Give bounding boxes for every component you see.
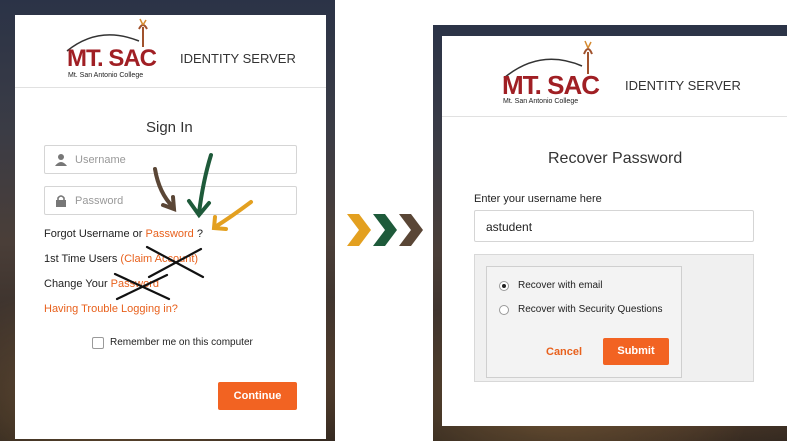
trouble-logging-link[interactable]: Having Trouble Logging in? bbox=[44, 303, 178, 315]
recovery-options-panel: Recover with email Recover with Security… bbox=[486, 266, 682, 378]
lock-icon bbox=[56, 194, 66, 207]
cancel-button[interactable]: Cancel bbox=[546, 346, 582, 358]
first-time-prefix: 1st Time Users bbox=[44, 253, 121, 265]
page-title: Sign In bbox=[146, 119, 193, 136]
password-placeholder: Password bbox=[75, 194, 124, 207]
gold-arrow-annotation bbox=[211, 200, 253, 231]
username-value: astudent bbox=[486, 220, 533, 234]
username-input[interactable]: astudent bbox=[474, 210, 754, 242]
forgot-line: Forgot Username or Password ? bbox=[44, 228, 203, 240]
signin-card: MT. SAC Mt. San Antonio College IDENTITY… bbox=[15, 15, 326, 439]
page-title: Recover Password bbox=[548, 150, 683, 167]
continue-button[interactable]: Continue bbox=[218, 382, 297, 410]
recover-email-radio[interactable] bbox=[499, 281, 509, 291]
chevron-arrows-icon bbox=[347, 214, 423, 246]
forgot-prefix: Forgot Username or bbox=[44, 228, 146, 240]
username-label: Enter your username here bbox=[474, 193, 602, 205]
forgot-suffix: ? bbox=[193, 228, 203, 240]
college-logo: MT. SAC bbox=[67, 45, 157, 72]
college-logo: MT. SAC bbox=[502, 70, 600, 100]
college-name: Mt. San Antonio College bbox=[68, 72, 144, 79]
recover-card: MT. SAC Mt. San Antonio College IDENTITY… bbox=[442, 36, 787, 426]
college-name: Mt. San Antonio College bbox=[503, 98, 579, 105]
signin-header: MT. SAC Mt. San Antonio College IDENTITY… bbox=[15, 15, 326, 88]
recover-header: MT. SAC Mt. San Antonio College IDENTITY… bbox=[442, 36, 787, 117]
forgot-password-link[interactable]: Password bbox=[145, 228, 193, 240]
recover-questions-radio[interactable] bbox=[499, 305, 509, 315]
recovery-options-box: Recover with email Recover with Security… bbox=[474, 254, 754, 382]
change-prefix: Change Your bbox=[44, 278, 111, 290]
cross-out-mark-2 bbox=[113, 272, 171, 301]
brown-arrow-annotation bbox=[153, 167, 177, 212]
header-title: IDENTITY SERVER bbox=[625, 78, 741, 93]
recover-email-label: Recover with email bbox=[518, 280, 603, 291]
green-arrow-annotation bbox=[187, 153, 213, 219]
remember-checkbox[interactable] bbox=[92, 337, 104, 349]
username-placeholder: Username bbox=[75, 153, 126, 166]
user-icon bbox=[55, 153, 67, 166]
submit-button[interactable]: Submit bbox=[603, 338, 669, 365]
remember-label: Remember me on this computer bbox=[110, 337, 253, 348]
header-title: IDENTITY SERVER bbox=[180, 51, 296, 66]
recover-questions-label: Recover with Security Questions bbox=[518, 304, 663, 315]
